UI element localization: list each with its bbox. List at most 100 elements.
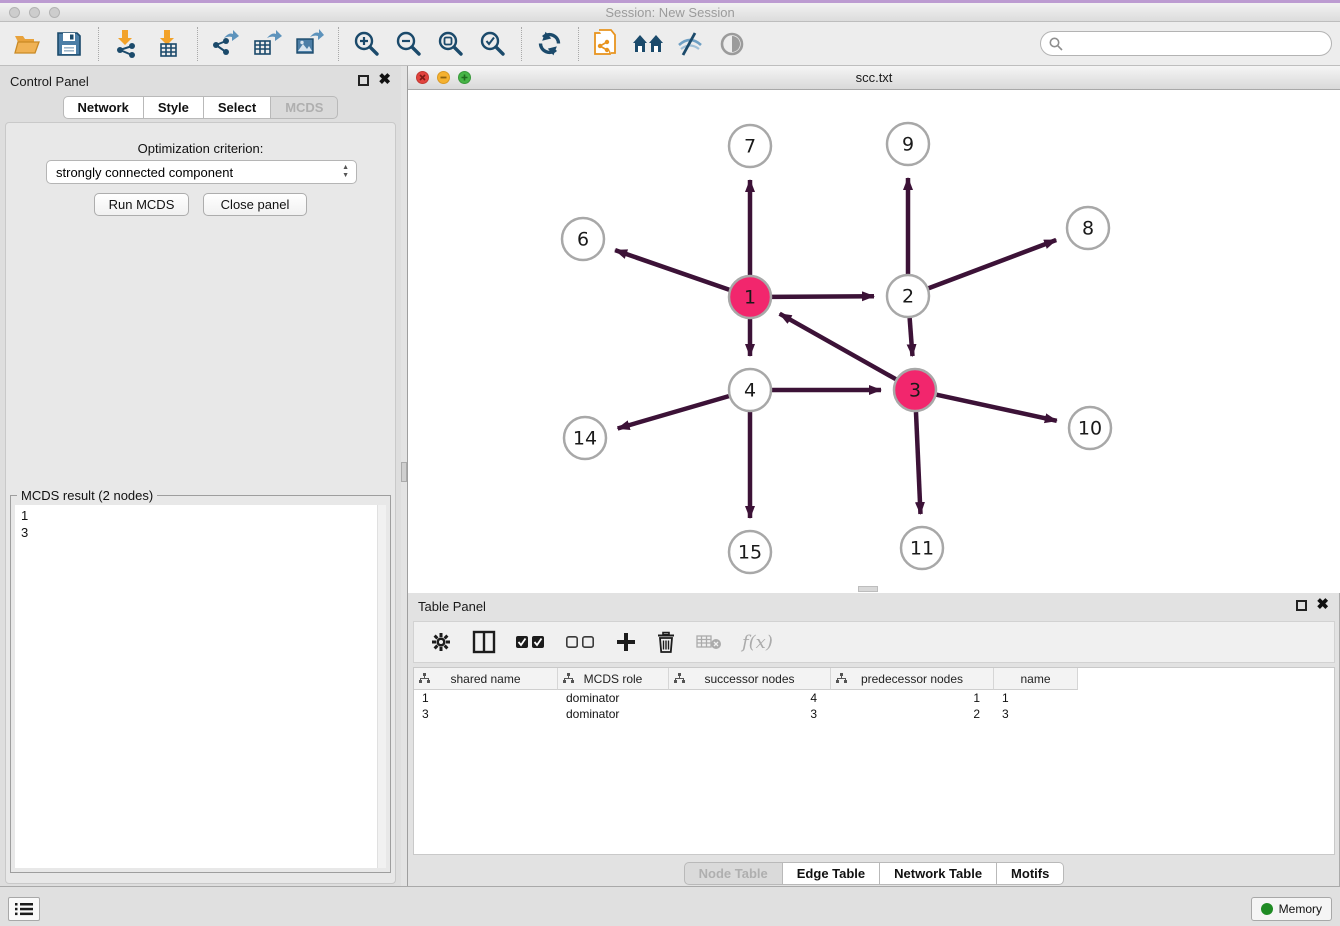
tab-node-table[interactable]: Node Table [684,862,783,885]
delete-column-icon[interactable] [656,627,676,657]
cell-mcds-role[interactable]: dominator [558,706,669,722]
column-header-predecessor-nodes[interactable]: predecessor nodes [831,668,994,690]
float-panel-icon[interactable] [358,75,369,86]
apply-layout-icon[interactable] [532,28,566,60]
cell-successor-nodes[interactable]: 4 [669,690,831,706]
table-row-2[interactable]: 3dominator323 [414,706,1334,722]
tab-mcds[interactable]: MCDS [271,96,338,119]
graph-edge-2-8[interactable] [929,240,1057,288]
svg-text:15: 15 [738,542,762,564]
cell-name[interactable]: 1 [994,690,1078,706]
run-mcds-button[interactable]: Run MCDS [94,193,189,216]
cell-shared-name[interactable]: 3 [414,706,558,722]
float-table-panel-icon[interactable] [1296,600,1307,611]
export-table-icon[interactable] [250,28,284,60]
column-browser-icon[interactable] [472,627,496,657]
hide-selected-icon[interactable] [673,28,707,60]
graph-node-2[interactable]: 2 [887,275,929,317]
tab-network-table[interactable]: Network Table [880,862,997,885]
delete-table-icon[interactable] [696,627,722,657]
graph-node-3[interactable]: 3 [894,369,936,411]
graph-node-6[interactable]: 6 [562,218,604,260]
cell-predecessor-nodes[interactable]: 2 [831,706,994,722]
table-options-icon[interactable] [430,627,452,657]
column-label: successor nodes [704,672,794,686]
tab-motifs[interactable]: Motifs [997,862,1064,885]
graph-edge-3-1[interactable] [780,314,896,380]
close-panel-button[interactable]: Close panel [203,193,307,216]
search-field[interactable] [1040,31,1332,56]
node-table[interactable]: shared nameMCDS role successor nodes prede… [413,667,1335,855]
mcds-result-text: 1 3 [15,505,386,543]
graph-node-9[interactable]: 9 [887,123,929,165]
zoom-fit-icon[interactable] [433,28,467,60]
horizontal-divider-grip[interactable] [858,586,878,592]
column-header-name[interactable]: name [994,668,1078,690]
divider-grip[interactable] [401,462,407,482]
task-history-button[interactable] [8,897,40,921]
tab-edge-table[interactable]: Edge Table [783,862,880,885]
svg-text:9: 9 [902,134,914,156]
export-image-icon[interactable] [292,28,326,60]
import-table-icon[interactable] [151,28,185,60]
graph-node-8[interactable]: 8 [1067,207,1109,249]
graph-node-7[interactable]: 7 [729,125,771,167]
panel-divider[interactable] [401,66,408,886]
zoom-in-icon[interactable] [349,28,383,60]
criterion-dropdown[interactable]: strongly connected component ▲▼ [46,160,357,184]
zoom-selected-icon[interactable] [475,28,509,60]
graph-node-1[interactable]: 1 [729,276,771,318]
graph-edge-3-11[interactable] [916,412,921,514]
result-scrollbar[interactable] [377,505,386,868]
export-network-icon[interactable] [208,28,242,60]
cell-name[interactable]: 3 [994,706,1078,722]
new-network-from-selection-icon[interactable] [589,28,623,60]
graph-edge-1-2[interactable] [772,296,874,297]
import-network-icon[interactable] [109,28,143,60]
search-input[interactable] [1069,36,1319,51]
select-all-icon[interactable] [516,627,546,657]
graph-edge-3-10[interactable] [936,395,1056,421]
table-row-1[interactable]: 1dominator411 [414,690,1334,706]
tab-style[interactable]: Style [144,96,204,119]
deselect-all-icon[interactable] [566,627,596,657]
graph-edge-1-6[interactable] [615,250,729,290]
first-neighbors-icon[interactable] [631,28,665,60]
tab-network[interactable]: Network [63,96,144,119]
control-panel: Control Panel ✖ NetworkStyleSelectMCDS O… [0,66,401,886]
close-table-panel-icon[interactable]: ✖ [1316,596,1329,614]
toolbar-separator [578,27,579,61]
graph-node-11[interactable]: 11 [901,527,943,569]
graph-node-10[interactable]: 10 [1069,407,1111,449]
graph-node-4[interactable]: 4 [729,369,771,411]
zoom-out-icon[interactable] [391,28,425,60]
column-header-mcds-role[interactable]: MCDS role [558,668,669,690]
network-window-titlebar[interactable]: scc.txt [408,66,1340,90]
save-session-icon[interactable] [52,28,86,60]
column-header-successor-nodes[interactable]: successor nodes [669,668,831,690]
table-panel: Table Panel ✖ f(x) shared nameMCDS rol [408,593,1340,886]
memory-button[interactable]: Memory [1251,897,1332,921]
network-graph[interactable]: 7 9 6 8 1 2 4 3 14 10 15 11 [408,90,1340,593]
graph-edge-2-3[interactable] [910,318,913,356]
tab-select[interactable]: Select [204,96,271,119]
svg-text:11: 11 [910,538,934,560]
cell-shared-name[interactable]: 1 [414,690,558,706]
show-all-icon[interactable] [715,28,749,60]
function-builder-icon[interactable]: f(x) [742,627,773,657]
graph-node-15[interactable]: 15 [729,531,771,573]
cell-predecessor-nodes[interactable]: 1 [831,690,994,706]
cell-successor-nodes[interactable]: 3 [669,706,831,722]
column-header-shared-name[interactable]: shared name [414,668,558,690]
graph-node-14[interactable]: 14 [564,417,606,459]
open-session-icon[interactable] [10,28,44,60]
close-panel-icon[interactable]: ✖ [378,71,391,89]
graph-edge-4-14[interactable] [618,396,729,428]
svg-text:14: 14 [573,428,597,450]
dropdown-stepper-icon: ▲▼ [342,164,349,180]
network-canvas[interactable]: 7 9 6 8 1 2 4 3 14 10 15 11 [408,90,1340,593]
cell-mcds-role[interactable]: dominator [558,690,669,706]
svg-text:2: 2 [902,286,914,308]
add-column-icon[interactable] [616,627,636,657]
mcds-result-textarea[interactable]: 1 3 [15,505,386,868]
